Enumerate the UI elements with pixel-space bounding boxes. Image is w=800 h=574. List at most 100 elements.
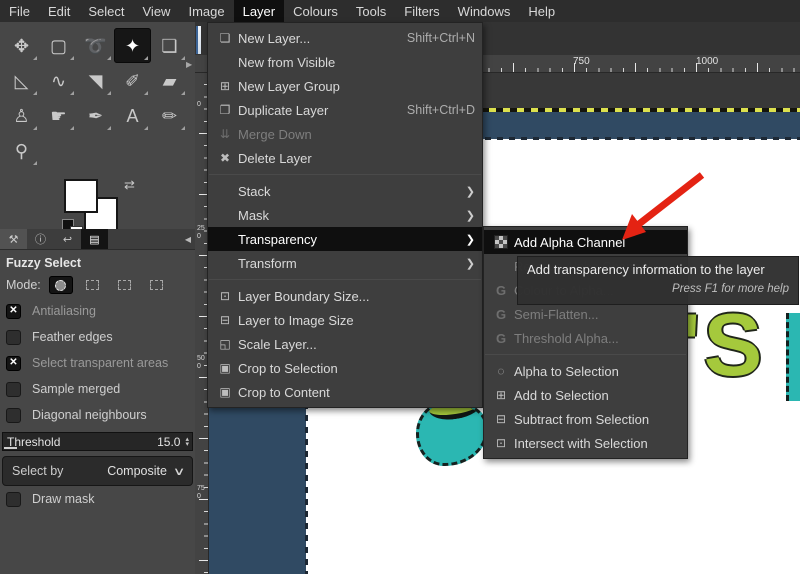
menu-item-label: Layer to Image Size [238, 313, 354, 328]
checkbox-draw-mask[interactable]: Draw mask [0, 486, 195, 512]
add-to-selection-icon: ⊞ [491, 388, 511, 402]
fuzzy-select-tool-button[interactable]: ✦ [114, 28, 151, 63]
intersect-with-selection-icon: ⊡ [491, 436, 511, 450]
submenu-arrow-icon: ❯ [466, 185, 475, 198]
text-tool-button[interactable]: A [114, 98, 151, 133]
zoom-tool-button[interactable]: ⚲ [3, 133, 40, 168]
menu-item-new-layer-group[interactable]: ⊞ New Layer Group [208, 74, 482, 98]
menu-item-layer-to-image-size[interactable]: ⊟ Layer to Image Size [208, 308, 482, 332]
tab-undo-history[interactable]: ↩ [54, 229, 81, 249]
checkbox-feather-edges[interactable]: Feather edges [0, 324, 195, 350]
menu-item-new-from-visible[interactable]: New from Visible [208, 50, 482, 74]
free-select-tool-button[interactable]: ➰ [77, 28, 114, 63]
paintbrush-tool-button[interactable]: ✐ [114, 63, 151, 98]
scroll-indicator [196, 26, 201, 54]
bucket-fill-tool-button[interactable]: ◥ [77, 63, 114, 98]
menu-item-duplicate-layer[interactable]: ❐ Duplicate Layer Shift+Ctrl+D [208, 98, 482, 122]
menu-item-transform[interactable]: Transform ❯ [208, 251, 482, 275]
chevron-down-icon: ∨ [173, 465, 186, 478]
mode-subtract-icon [118, 280, 131, 290]
menu-item-label: Scale Layer... [238, 337, 317, 352]
tool-options-icon: ⚒ [9, 233, 19, 246]
mode-row: Mode: [0, 272, 195, 298]
menu-item-subtract-from-selection[interactable]: ⊟ Subtract from Selection [484, 407, 687, 431]
crop-tool-button[interactable]: ❏ [151, 28, 188, 63]
delete-layer-icon: ✖ [215, 151, 235, 165]
menu-item-label: Stack [238, 184, 271, 199]
threshold-spinner[interactable]: ▴ ▾ [180, 437, 192, 447]
menu-file[interactable]: File [0, 0, 39, 22]
eraser-tool-button[interactable]: ▰ [151, 63, 188, 98]
menu-item-crop-to-content[interactable]: ▣ Crop to Content [208, 380, 482, 404]
menu-item-scale-layer[interactable]: ◱ Scale Layer... [208, 332, 482, 356]
menu-help[interactable]: Help [519, 0, 564, 22]
checkbox-antialiasing[interactable]: ✕ Antialiasing [0, 298, 195, 324]
rectangle-select-tool-button[interactable]: ▢ [40, 28, 77, 63]
menu-item-transparency[interactable]: Transparency ❯ [208, 227, 482, 251]
lasso-icon: ➰ [84, 37, 106, 55]
toolbox: ✥ ▢ ➰ ✦ ❏ ◺ ∿ ◥ ✐ ▰ ♙ ☛ ✒ A ✏ ⚲ [3, 28, 192, 168]
menu-item-merge-down[interactable]: ⇊ Merge Down [208, 122, 482, 146]
clone-tool-button[interactable]: ♙ [3, 98, 40, 133]
gradient-tool-button[interactable]: ∿ [40, 63, 77, 98]
mode-add-button[interactable] [81, 276, 105, 294]
color-picker-tool-button[interactable]: ✏ [151, 98, 188, 133]
mode-replace-button[interactable] [49, 276, 73, 294]
menu-item-mask[interactable]: Mask ❯ [208, 203, 482, 227]
menu-item-add-to-selection[interactable]: ⊞ Add to Selection [484, 383, 687, 407]
menubar: File Edit Select View Image Layer Colour… [0, 0, 800, 22]
menu-item-stack[interactable]: Stack ❯ [208, 179, 482, 203]
mode-intersect-button[interactable] [145, 276, 169, 294]
menu-windows[interactable]: Windows [449, 0, 520, 22]
smudge-icon: ☛ [50, 107, 66, 125]
threshold-label: Threshold [3, 435, 60, 449]
red-arrow-annotation [612, 170, 707, 248]
threshold-slider[interactable]: Threshold 15.0 ▴ ▾ [2, 432, 193, 451]
menu-filters[interactable]: Filters [395, 0, 448, 22]
menu-item-new-layer[interactable]: ❏ New Layer... Shift+Ctrl+N [208, 26, 482, 50]
menu-view[interactable]: View [134, 0, 180, 22]
move-icon: ✥ [14, 37, 29, 55]
collapse-arrow-icon[interactable]: ◀ [185, 235, 191, 244]
menu-item-semi-flatten[interactable]: G Semi-Flatten... [484, 302, 687, 326]
menu-item-delete-layer[interactable]: ✖ Delete Layer [208, 146, 482, 170]
transform-tool-button[interactable]: ◺ [3, 63, 40, 98]
images-icon: ▤ [89, 233, 99, 246]
paintbrush-icon: ✐ [125, 72, 140, 90]
menu-edit[interactable]: Edit [39, 0, 79, 22]
menu-item-label: Subtract from Selection [514, 412, 649, 427]
ruler-corner-marker-icon: ▶ [186, 60, 192, 69]
menu-select[interactable]: Select [79, 0, 133, 22]
mode-label: Mode: [6, 278, 41, 292]
tab-device-status[interactable]: ⓘ [27, 229, 54, 249]
checkbox-sample-merged[interactable]: Sample merged [0, 376, 195, 402]
tab-images[interactable]: ▤ [81, 229, 108, 249]
menu-item-intersect-with-selection[interactable]: ⊡ Intersect with Selection [484, 431, 687, 455]
add-alpha-channel-icon [494, 235, 508, 249]
checkbox-select-transparent[interactable]: ✕ Select transparent areas [0, 350, 195, 376]
foreground-color-swatch[interactable] [64, 179, 98, 213]
checkbox-diagonal-neighbours[interactable]: Diagonal neighbours [0, 402, 195, 428]
spin-down-icon[interactable]: ▾ [185, 442, 189, 447]
menu-layer[interactable]: Layer [234, 0, 285, 22]
mode-add-icon [86, 280, 99, 290]
menu-colours[interactable]: Colours [284, 0, 347, 22]
ink-tool-button[interactable]: ✒ [77, 98, 114, 133]
smudge-tool-button[interactable]: ☛ [40, 98, 77, 133]
menu-item-label: Add Alpha Channel [514, 235, 625, 250]
menu-item-alpha-to-selection[interactable]: ◌ Alpha to Selection [484, 359, 687, 383]
menu-item-threshold-alpha[interactable]: G Threshold Alpha... [484, 326, 687, 350]
select-by-dropdown[interactable]: Select by Composite ∨ [2, 456, 193, 486]
swap-colors-icon[interactable]: ⇄ [124, 177, 135, 193]
tab-tool-options[interactable]: ⚒ [0, 229, 27, 249]
move-tool-button[interactable]: ✥ [3, 28, 40, 63]
crop-to-selection-icon: ▣ [215, 361, 235, 375]
menu-item-crop-to-selection[interactable]: ▣ Crop to Selection [208, 356, 482, 380]
menu-item-layer-boundary-size[interactable]: ⊡ Layer Boundary Size... [208, 284, 482, 308]
menu-tools[interactable]: Tools [347, 0, 395, 22]
new-layer-group-icon: ⊞ [215, 79, 235, 93]
eyedropper-icon: ✏ [162, 107, 177, 125]
menu-image[interactable]: Image [179, 0, 233, 22]
layer-menu: ❏ New Layer... Shift+Ctrl+N New from Vis… [207, 22, 483, 408]
mode-subtract-button[interactable] [113, 276, 137, 294]
